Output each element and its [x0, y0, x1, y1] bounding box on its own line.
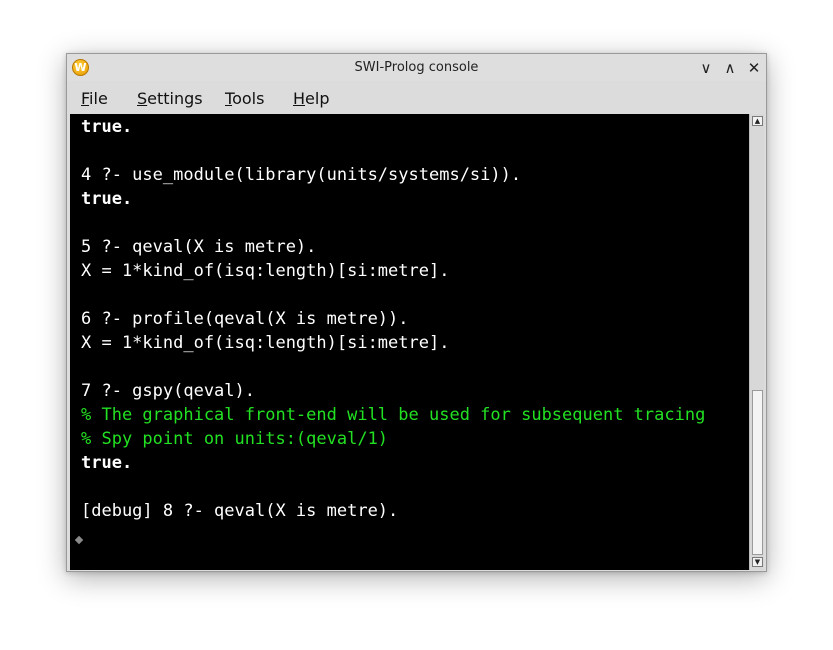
vertical-scrollbar[interactable]: ▲ ▼ — [749, 114, 764, 570]
menu-settings[interactable]: Settings — [137, 89, 203, 108]
menu-file-mnemonic: F — [81, 89, 90, 108]
console-output[interactable]: true. 4 ?- use_module(library(units/syst… — [70, 114, 749, 570]
console-line-query: 5 ?- qeval(X is metre). — [81, 237, 317, 257]
minimize-button[interactable]: ∨ — [695, 57, 717, 79]
menu-tools-mnemonic: T — [225, 89, 233, 108]
console-line-answer: X = 1*kind_of(isq:length)[si:metre]. — [81, 333, 450, 353]
console-line-answer: X = 1*kind_of(isq:length)[si:metre]. — [81, 261, 450, 281]
input-cursor-icon — [74, 535, 84, 545]
close-button[interactable]: ✕ — [743, 57, 765, 79]
window-title: SWI-Prolog console — [354, 60, 479, 75]
scroll-up-arrow-icon[interactable]: ▲ — [752, 116, 763, 126]
scroll-down-arrow-icon[interactable]: ▼ — [752, 557, 763, 567]
console-line-result: true. — [81, 117, 133, 137]
console-line-query: 7 ?- gspy(qeval). — [81, 381, 255, 401]
console-line-result: true. — [81, 453, 133, 473]
menu-file-label: ile — [89, 89, 108, 108]
console-line-message: % The graphical front-end will be used f… — [81, 405, 706, 425]
title-bar[interactable]: W SWI-Prolog console ∨ ∧ ✕ — [67, 54, 766, 82]
menu-help-mnemonic: H — [293, 89, 306, 108]
maximize-button[interactable]: ∧ — [719, 57, 741, 79]
menu-help[interactable]: Help — [293, 89, 329, 108]
console-line-result: true. — [81, 189, 133, 209]
menu-settings-label: ettings — [147, 89, 203, 108]
menu-file[interactable]: File — [81, 89, 108, 108]
scrollbar-thumb[interactable] — [752, 390, 763, 555]
console-line-query: [debug] 8 ?- qeval(X is metre). — [81, 501, 399, 521]
swi-prolog-console-window: W SWI-Prolog console ∨ ∧ ✕ File Settings… — [66, 53, 767, 572]
menu-bar: File Settings Tools Help — [67, 81, 766, 114]
console-line-message: % Spy point on units:(qeval/1) — [81, 429, 389, 449]
menu-help-label: elp — [305, 89, 330, 108]
console-line-query: 6 ?- profile(qeval(X is metre)). — [81, 309, 409, 329]
console-line-query: 4 ?- use_module(library(units/systems/si… — [81, 165, 522, 185]
menu-tools-label: ools — [232, 89, 265, 108]
menu-settings-mnemonic: S — [137, 89, 148, 108]
menu-tools[interactable]: Tools — [225, 89, 264, 108]
